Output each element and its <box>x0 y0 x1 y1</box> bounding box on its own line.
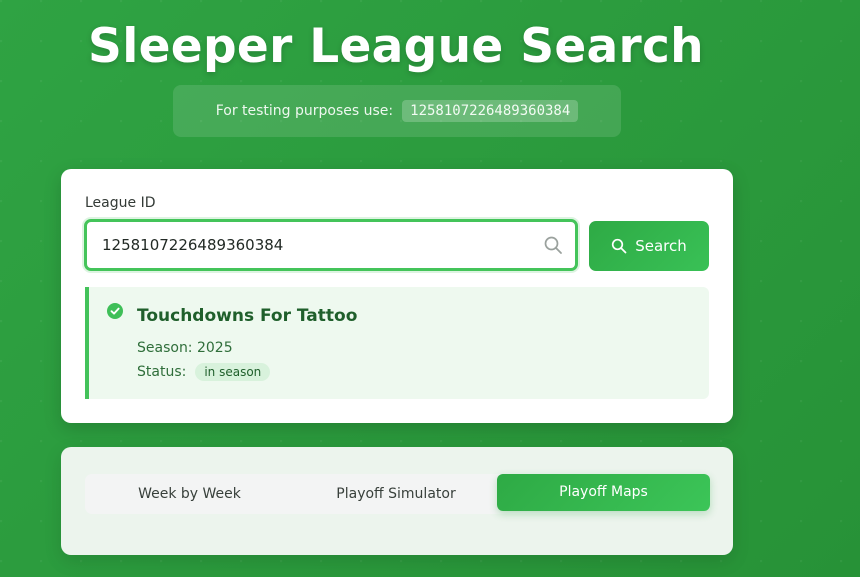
league-id-field <box>84 219 578 271</box>
search-button[interactable]: Search <box>589 221 709 271</box>
league-name: Touchdowns For Tattoo <box>137 306 358 326</box>
league-result: Touchdowns For Tattoo Season: 2025 Statu… <box>85 287 709 399</box>
league-id-input[interactable] <box>87 222 527 268</box>
league-status-row: Status: in season <box>137 363 271 381</box>
check-circle-icon <box>107 303 123 319</box>
league-season: Season: 2025 <box>137 340 233 356</box>
search-button-label: Search <box>635 237 687 255</box>
tab-playoff-maps[interactable]: Playoff Maps <box>497 474 710 511</box>
testing-league-id: 1258107226489360384 <box>402 100 579 122</box>
testing-label: For testing purposes use: <box>215 103 394 119</box>
search-card: League ID Search Touchdowns For Tattoo S… <box>61 169 733 423</box>
search-icon <box>544 236 562 254</box>
view-tabs: Week by Week Playoff Simulator Playoff M… <box>85 474 710 514</box>
status-label: Status: <box>137 364 187 380</box>
tab-playoff-simulator[interactable]: Playoff Simulator <box>294 474 498 514</box>
page-title: Sleeper League Search <box>88 19 704 74</box>
status-badge: in season <box>195 363 271 381</box>
testing-banner: For testing purposes use: 12581072264893… <box>173 85 621 137</box>
view-tabs-card: Week by Week Playoff Simulator Playoff M… <box>61 447 733 555</box>
search-icon <box>612 238 627 254</box>
tab-week-by-week[interactable]: Week by Week <box>85 474 294 514</box>
league-id-label: League ID <box>85 195 156 211</box>
